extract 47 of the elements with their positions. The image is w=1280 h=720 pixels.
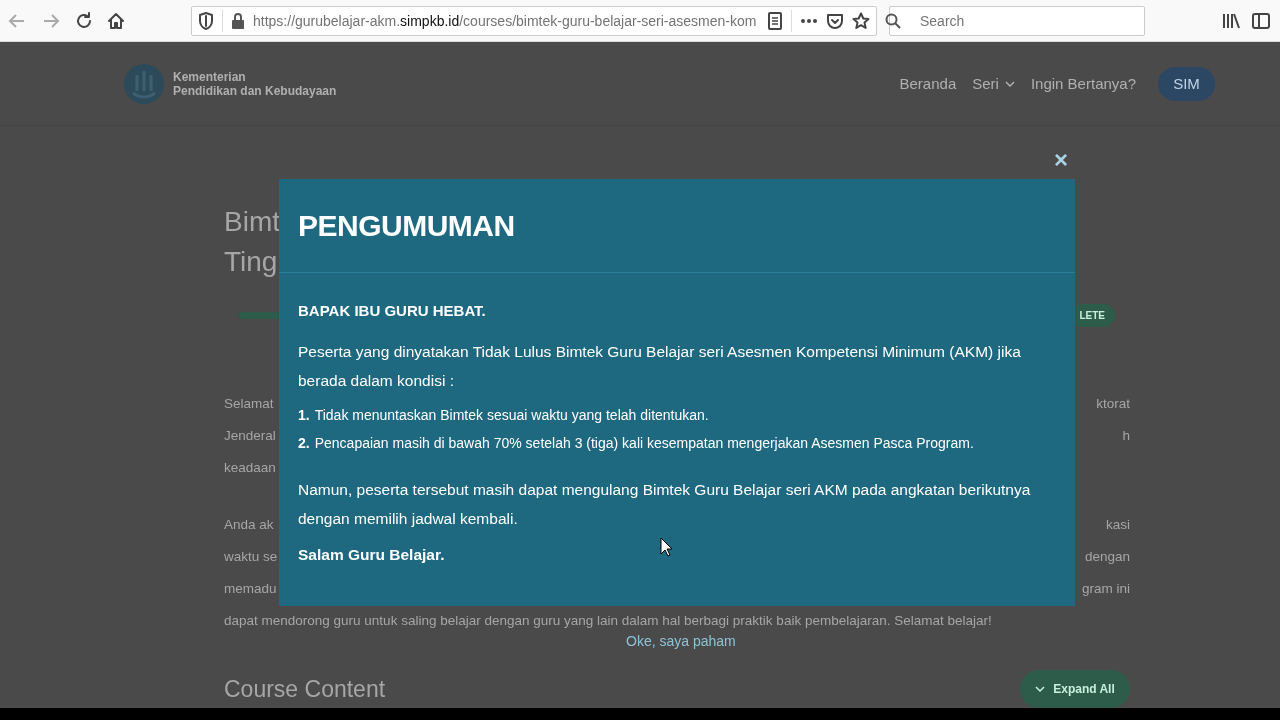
sidebar-icon[interactable] [1252, 11, 1270, 30]
greeting-text: BAPAK IBU GURU HEBAT. [298, 301, 487, 321]
course-title: Bimt [224, 205, 280, 239]
list-item: 2. Pencapaian masih di bawah 70% setelah 3 (tiga) kali kesempatan mengerjakan Asesmen Pasca Program. [298, 434, 975, 453]
reader-view-icon[interactable] [767, 11, 783, 30]
star-icon[interactable] [852, 11, 870, 30]
paragraph-text: Selamat [224, 395, 274, 413]
section-title: Course Content [224, 675, 386, 703]
nav-link[interactable]: Ingin Bertanya? [1030, 75, 1136, 92]
shield-icon [198, 11, 214, 30]
paragraph-text: gram ini [1082, 580, 1130, 598]
paragraph-text: Namun, peserta tersebut masih dapat mengulang Bimtek Guru Belajar seri AKM pada angkatan berikutnya dengan memilih jadwal kembali. [298, 480, 1032, 529]
paragraph-text: kasi [1106, 516, 1130, 534]
signoff-text: Salam Guru Belajar. [298, 545, 445, 565]
course-title: Ting [224, 245, 278, 279]
list-item: 1. Tidak menuntaskan Bimtek sesuai waktu yang telah ditentukan. [298, 406, 710, 425]
emblem-icon [123, 62, 165, 105]
nav-dropdown[interactable]: Seri [972, 75, 1015, 92]
home-icon[interactable] [106, 10, 126, 31]
search-icon [885, 12, 901, 29]
paragraph-text: memadu [224, 580, 277, 598]
paragraph-text: ktorat [1096, 395, 1130, 413]
close-button[interactable]: × [1050, 147, 1072, 173]
paragraph-text: h [1122, 427, 1130, 445]
dialog-title: PENGUMUMAN [298, 208, 515, 243]
cursor-icon [660, 537, 673, 557]
paragraph-text: Jenderal [224, 427, 276, 445]
lock-icon [231, 12, 245, 29]
reload-icon[interactable] [74, 10, 94, 31]
logo-text: Pendidikan dan Kebudayaan [173, 83, 337, 98]
logo-text: Kementerian [173, 69, 247, 84]
paragraph-text: Peserta yang dinyatakan Tidak Lulus Bimtek Guru Belajar seri Asesmen Kompetensi Minimum (AKM) jika berada dalam kondisi : [298, 342, 1022, 391]
chevron-down-icon [1035, 686, 1046, 692]
paragraph-text: keadaan [224, 459, 276, 477]
library-icon[interactable] [1222, 11, 1240, 30]
more-icon[interactable] [800, 17, 818, 24]
paragraph-text: dapat mendorong guru untuk saling belajar dengan guru yang lain dalam hal berbagi praktik baik pembelajaran. Selamat belajar! [224, 612, 992, 630]
expand-all-button[interactable]: Expand All [1020, 670, 1130, 708]
confirm-link[interactable]: Oke, saya paham [626, 632, 736, 650]
pocket-icon[interactable] [826, 11, 844, 30]
paragraph-text: waktu se [224, 548, 278, 566]
search-field[interactable]: Search [889, 5, 1145, 36]
nav-link[interactable]: Beranda [899, 75, 957, 92]
chevron-down-icon [1004, 80, 1015, 87]
paragraph-text: Anda ak [224, 516, 274, 534]
sim-button[interactable]: SIM [1158, 66, 1215, 101]
paragraph-text: dengan [1084, 548, 1130, 566]
